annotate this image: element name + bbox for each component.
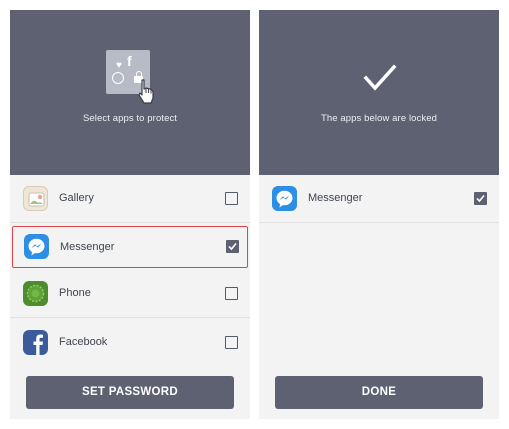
app-row-gallery[interactable]: Gallery — [10, 175, 250, 223]
set-password-button[interactable]: SET PASSWORD — [26, 376, 234, 409]
gallery-icon — [23, 186, 48, 211]
app-label: Phone — [59, 287, 91, 299]
phone-icon — [23, 281, 48, 306]
whatsapp-mini-icon — [112, 72, 124, 84]
pointer-hand-icon — [138, 79, 154, 104]
app-row-messenger: Messenger — [259, 175, 499, 223]
phone-checkbox[interactable] — [225, 287, 238, 300]
app-row-phone[interactable]: Phone — [10, 270, 250, 318]
done-button[interactable]: DONE — [275, 376, 483, 409]
right-screen: The apps below are locked Messenger DONE — [259, 10, 499, 419]
app-row-messenger[interactable]: Messenger — [12, 226, 248, 268]
app-label: Gallery — [59, 192, 94, 204]
gallery-checkbox[interactable] — [225, 192, 238, 205]
messenger-checkbox[interactable] — [226, 240, 239, 253]
protect-apps-illustration: f ♥ — [106, 50, 154, 104]
checkmark-icon — [363, 64, 397, 91]
header-caption: The apps below are locked — [320, 113, 438, 124]
app-label: Facebook — [59, 336, 108, 348]
facebook-mini-icon: f — [127, 53, 132, 69]
header-caption: Select apps to protect — [82, 113, 178, 124]
app-label: Messenger — [60, 241, 115, 253]
facebook-icon — [23, 330, 48, 355]
messenger-icon — [24, 234, 49, 259]
facebook-checkbox[interactable] — [225, 336, 238, 349]
twitter-mini-icon: ♥ — [116, 60, 122, 71]
app-label: Messenger — [308, 192, 363, 204]
locked-header: The apps below are locked — [259, 10, 499, 175]
app-row-facebook[interactable]: Facebook — [10, 319, 250, 367]
protect-header: f ♥ Select apps to protect — [10, 10, 250, 175]
messenger-icon — [272, 186, 297, 211]
left-screen: f ♥ Select apps to protect Gallery Messe… — [10, 10, 250, 419]
messenger-checkbox[interactable] — [474, 192, 487, 205]
